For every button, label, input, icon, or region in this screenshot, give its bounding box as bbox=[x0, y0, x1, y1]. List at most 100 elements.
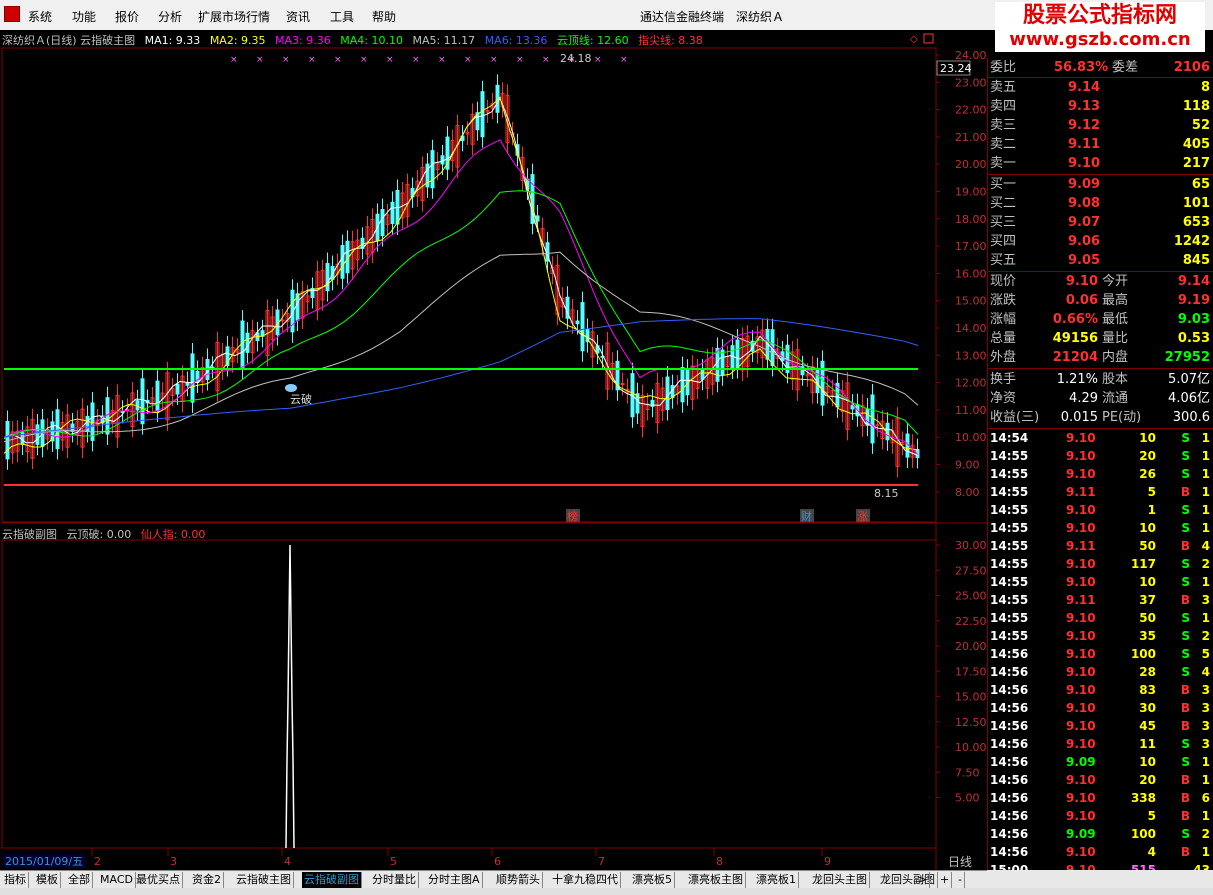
tick-side: B bbox=[1180, 773, 1190, 787]
stat-value: 21204 bbox=[1052, 350, 1098, 365]
tab-MACD[interactable]: MACD bbox=[98, 872, 136, 888]
sell-row[interactable]: 卖一 9.10 217 bbox=[988, 154, 1213, 173]
top-marker: × bbox=[256, 55, 264, 65]
sell-row[interactable]: 卖二 9.11 405 bbox=[988, 135, 1213, 154]
tab-顺势箭头[interactable]: 顺势箭头 bbox=[494, 872, 543, 888]
buy-row[interactable]: 买四 9.06 1242 bbox=[988, 232, 1213, 251]
period-label[interactable]: 日线 bbox=[948, 855, 972, 869]
tick-row: 14:55 9.10 26 S 1 bbox=[988, 465, 1213, 483]
tick-price: 9.10 bbox=[1066, 611, 1096, 625]
chart-canvas[interactable]: × × × × × × × × × × × × × × × × 24.0023.0022.0021.0020.… bbox=[0, 0, 987, 870]
buy-volume: 845 bbox=[1182, 253, 1210, 268]
stat-label: 涨跌 bbox=[990, 293, 1017, 308]
stat2-row: 净资 4.29 流通 4.06亿 bbox=[988, 389, 1213, 408]
watermark-line1: 股票公式指标网 bbox=[1022, 3, 1177, 28]
stat2-label: PE(动) bbox=[1102, 410, 1142, 425]
tick-time: 14:56 bbox=[990, 719, 1029, 733]
tick-price: 9.10 bbox=[1066, 575, 1096, 589]
marker-cai[interactable]: 财 bbox=[801, 509, 812, 523]
top-marker: × bbox=[386, 55, 394, 65]
tab-十拿九稳四代[interactable]: 十拿九稳四代 bbox=[550, 872, 621, 888]
tab-全部[interactable]: 全部 bbox=[66, 872, 93, 888]
top-marker: × bbox=[308, 55, 316, 65]
tick-price: 9.11 bbox=[1066, 593, 1096, 607]
sub-y-tick-label: 15.00 bbox=[955, 691, 987, 704]
tab-云指破副图[interactable]: 云指破副图 bbox=[302, 872, 362, 888]
tick-side: B bbox=[1180, 701, 1190, 715]
tab-云指破主图[interactable]: 云指破主图 bbox=[234, 872, 294, 888]
marker-bang[interactable]: 榜 bbox=[567, 509, 578, 523]
top-marker: × bbox=[360, 55, 368, 65]
y-tick-label: 8.00 bbox=[955, 486, 980, 499]
tab-最优买点[interactable]: 最优买点 bbox=[134, 872, 183, 888]
tick-side: S bbox=[1181, 431, 1190, 445]
sell-label: 卖二 bbox=[990, 137, 1017, 152]
tick-price: 9.09 bbox=[1066, 827, 1096, 841]
stat-label: 最低 bbox=[1102, 312, 1129, 327]
weicha-label: 委差 bbox=[1112, 60, 1139, 75]
tab-分时量比[interactable]: 分时量比 bbox=[370, 872, 419, 888]
tab-模板[interactable]: 模板 bbox=[34, 872, 61, 888]
tick-row: 14:56 9.10 83 B 3 bbox=[988, 681, 1213, 699]
tab-remove[interactable]: - bbox=[956, 872, 965, 888]
buy-price: 9.09 bbox=[1068, 177, 1101, 192]
tab-龙回头主图[interactable]: 龙回头主图 bbox=[810, 872, 870, 888]
buy-row[interactable]: 买五 9.05 845 bbox=[988, 251, 1213, 270]
stat-label: 总量 bbox=[990, 331, 1017, 346]
candle-body bbox=[380, 209, 385, 237]
tick-volume: 50 bbox=[1139, 611, 1156, 625]
tick-row: 14:56 9.10 338 B 6 bbox=[988, 789, 1213, 807]
tab-资金2[interactable]: 资金2 bbox=[190, 872, 224, 888]
expand-icon[interactable]: ◇ bbox=[910, 34, 918, 45]
tick-side: B bbox=[1180, 485, 1190, 499]
candle-body bbox=[480, 91, 485, 138]
candle-body bbox=[35, 424, 40, 445]
candle-body bbox=[90, 402, 95, 441]
marker-zhang[interactable]: 涨 bbox=[857, 510, 868, 523]
maximize-icon[interactable] bbox=[923, 33, 934, 44]
buy-row[interactable]: 买三 9.07 653 bbox=[988, 213, 1213, 232]
sub-y-tick-label: 30.00 bbox=[955, 539, 987, 552]
tick-count: 1 bbox=[1201, 431, 1210, 445]
tab-分时主图A[interactable]: 分时主图A bbox=[426, 872, 483, 888]
sell-price: 9.11 bbox=[1068, 137, 1101, 152]
tick-volume: 83 bbox=[1139, 683, 1156, 697]
sub-val2: 仙人指: 0.00 bbox=[140, 528, 206, 541]
stat2-value: 1.21% bbox=[1056, 372, 1098, 387]
sell-row[interactable]: 卖五 9.14 8 bbox=[988, 78, 1213, 97]
tick-price: 9.10 bbox=[1066, 791, 1096, 805]
tab-漂亮板5[interactable]: 漂亮板5 bbox=[630, 872, 675, 888]
tab-漂亮板主图[interactable]: 漂亮板主图 bbox=[686, 872, 746, 888]
tick-price: 9.10 bbox=[1066, 701, 1096, 715]
stat-value: 0.06 bbox=[1065, 293, 1098, 308]
tick-side: B bbox=[1180, 809, 1190, 823]
stat-label: 现价 bbox=[990, 274, 1017, 289]
tick-time: 14:56 bbox=[990, 809, 1029, 823]
buy-row[interactable]: 买一 9.09 65 bbox=[988, 175, 1213, 194]
candle-body bbox=[240, 320, 245, 369]
tick-side: B bbox=[1180, 539, 1190, 553]
cloud-icon bbox=[285, 384, 297, 392]
y-tick-label: 22.00 bbox=[955, 104, 987, 117]
tick-row: 14:55 9.11 5 B 1 bbox=[988, 483, 1213, 501]
tab-add[interactable]: + bbox=[938, 872, 953, 888]
sell-row[interactable]: 卖三 9.12 52 bbox=[988, 116, 1213, 135]
tab-指标[interactable]: 指标 bbox=[2, 872, 29, 888]
stat-row: 现价 9.10 今开 9.14 bbox=[988, 272, 1213, 291]
tick-count: 2 bbox=[1201, 629, 1210, 643]
sell-row[interactable]: 卖四 9.13 118 bbox=[988, 97, 1213, 116]
sell-volume: 118 bbox=[1182, 99, 1210, 114]
buy-row[interactable]: 买二 9.08 101 bbox=[988, 194, 1213, 213]
stat2-label: 收益(三) bbox=[990, 410, 1040, 425]
candle-body bbox=[575, 320, 580, 325]
y-tick-label: 18.00 bbox=[955, 213, 987, 226]
tick-side: B bbox=[1180, 719, 1190, 733]
tick-side: S bbox=[1181, 611, 1190, 625]
tick-count: 3 bbox=[1201, 683, 1210, 697]
buy-volume: 65 bbox=[1191, 177, 1210, 192]
tick-side: S bbox=[1181, 737, 1190, 751]
top-marker: × bbox=[542, 55, 550, 65]
tab-漂亮板1[interactable]: 漂亮板1 bbox=[754, 872, 799, 888]
tab-scroll-right[interactable]: > bbox=[916, 872, 931, 888]
tick-price: 9.10 bbox=[1066, 449, 1096, 463]
